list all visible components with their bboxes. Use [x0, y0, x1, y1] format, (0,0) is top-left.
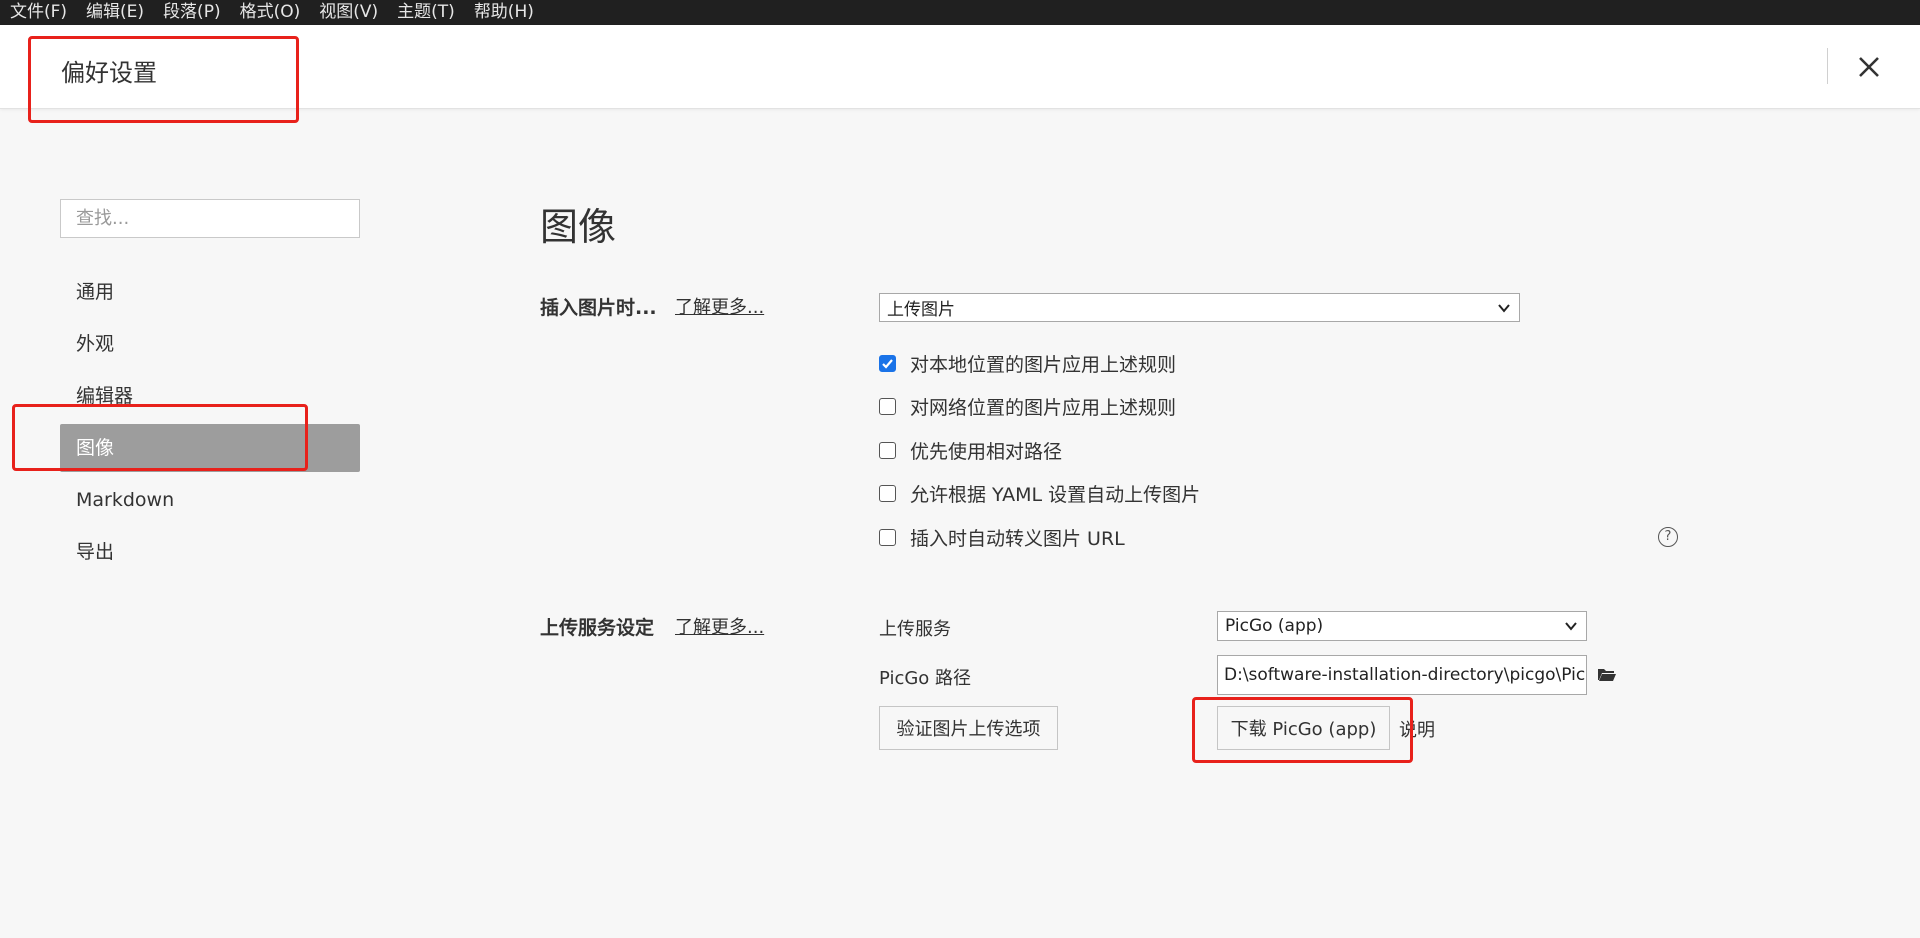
menu-file[interactable]: 文件(F) [0, 0, 76, 25]
upload-service-select[interactable]: PicGo (app) [1217, 611, 1587, 641]
sidebar-item-export[interactable]: 导出 [60, 528, 360, 576]
checkbox-unchecked[interactable] [879, 529, 896, 546]
insert-learn-more-link[interactable]: 了解更多... [675, 293, 764, 319]
checkbox-unchecked[interactable] [879, 485, 896, 502]
menu-theme[interactable]: 主题(T) [387, 0, 464, 25]
option-label: 对本地位置的图片应用上述规则 [910, 354, 1177, 376]
menu-help[interactable]: 帮助(H) [464, 0, 543, 25]
checkbox-unchecked[interactable] [879, 398, 896, 415]
picgo-path-input[interactable]: D:\software-installation-directory\picgo… [1217, 655, 1587, 695]
option-label: 优先使用相对路径 [910, 441, 1063, 463]
chevron-down-icon [1498, 303, 1510, 313]
menu-bar: 文件(F) 编辑(E) 段落(P) 格式(O) 视图(V) 主题(T) 帮助(H… [0, 0, 1920, 25]
menu-paragraph[interactable]: 段落(P) [153, 0, 230, 25]
option-relative-path[interactable]: 优先使用相对路径 [879, 437, 1062, 464]
sidebar-item-image[interactable]: 图像 [60, 424, 360, 472]
verify-upload-button[interactable]: 验证图片上传选项 [879, 706, 1058, 750]
page-title: 偏好设置 [61, 59, 157, 87]
download-picgo-button[interactable]: 下载 PicGo (app) [1217, 706, 1390, 750]
option-yaml-upload[interactable]: 允许根据 YAML 设置自动上传图片 [879, 480, 1200, 507]
option-label: 对网络位置的图片应用上述规则 [910, 397, 1177, 419]
picgo-path-label: PicGo 路径 [879, 668, 972, 689]
search-input[interactable] [60, 199, 360, 238]
checkbox-unchecked[interactable] [879, 442, 896, 459]
upload-learn-more-link[interactable]: 了解更多... [675, 613, 764, 639]
option-label: 插入时自动转义图片 URL [910, 528, 1125, 550]
sidebar-item-appearance[interactable]: 外观 [60, 320, 360, 368]
insert-action-select[interactable]: 上传图片 [879, 293, 1520, 322]
option-label: 允许根据 YAML 设置自动上传图片 [910, 484, 1201, 506]
sidebar-item-editor[interactable]: 编辑器 [60, 372, 360, 420]
option-network-images[interactable]: 对网络位置的图片应用上述规则 [879, 393, 1176, 420]
upload-service-label: 上传服务 [879, 619, 951, 640]
menu-edit[interactable]: 编辑(E) [76, 0, 153, 25]
header-divider [1827, 48, 1828, 84]
explain-link[interactable]: 说明 [1399, 716, 1435, 742]
help-icon[interactable]: ? [1658, 527, 1678, 547]
insert-action-value: 上传图片 [887, 300, 955, 320]
chevron-down-icon [1565, 622, 1577, 631]
upload-service-section-label: 上传服务设定 [540, 617, 655, 639]
menu-view[interactable]: 视图(V) [309, 0, 387, 25]
preferences-header: 偏好设置 [0, 25, 1920, 109]
checkbox-checked[interactable] [879, 355, 896, 372]
option-escape-url[interactable]: 插入时自动转义图片 URL [879, 524, 1125, 551]
menu-format[interactable]: 格式(O) [230, 0, 310, 25]
sidebar-item-markdown[interactable]: Markdown [60, 476, 360, 524]
sidebar-item-general[interactable]: 通用 [60, 268, 360, 316]
close-icon[interactable] [1852, 50, 1886, 84]
folder-icon[interactable] [1597, 667, 1616, 682]
upload-service-value: PicGo (app) [1225, 616, 1324, 636]
section-heading: 图像 [540, 205, 617, 249]
option-local-images[interactable]: 对本地位置的图片应用上述规则 [879, 350, 1176, 377]
insert-image-label: 插入图片时... [540, 297, 657, 319]
